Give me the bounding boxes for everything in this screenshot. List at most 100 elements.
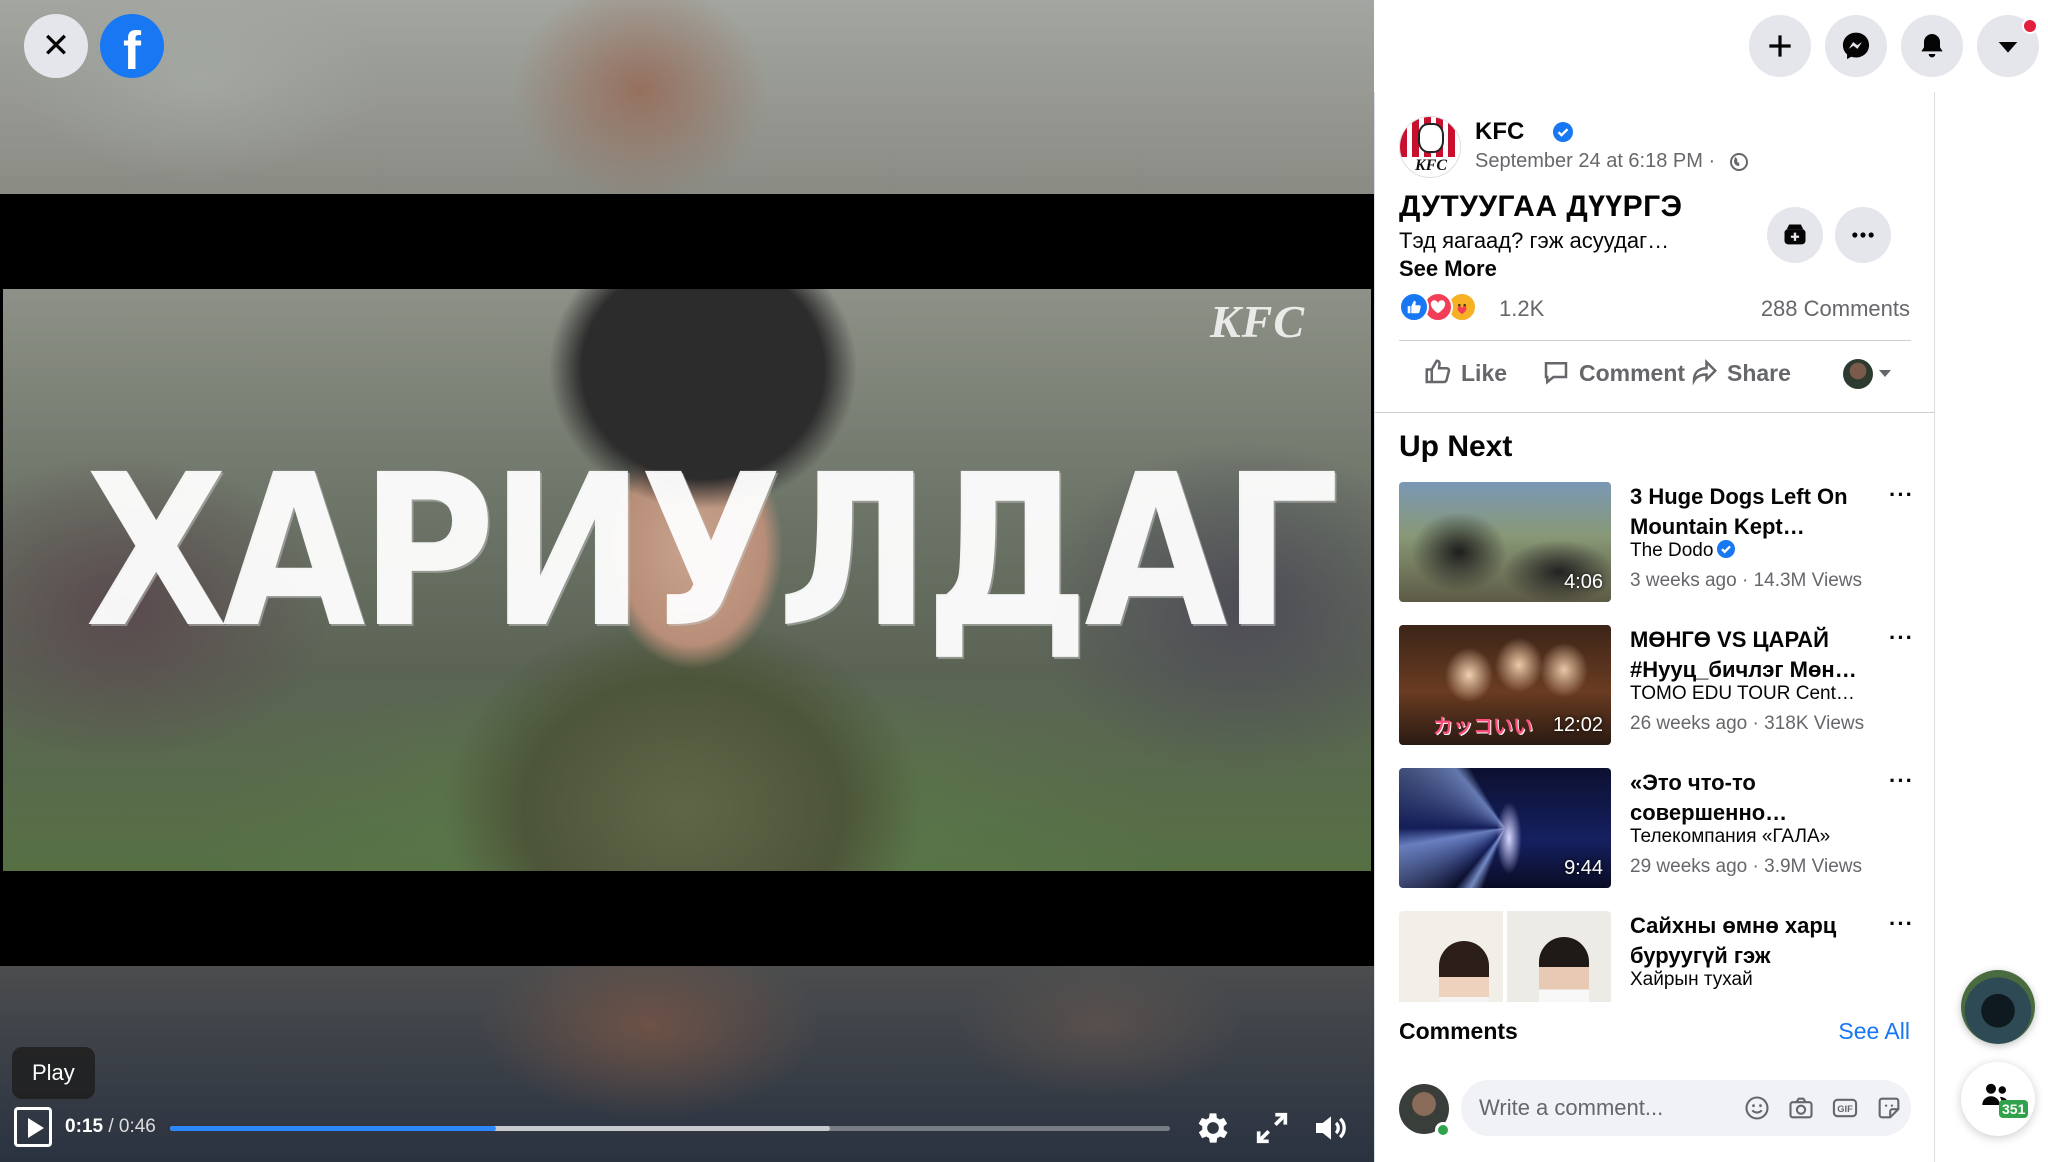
play-icon: [28, 1118, 44, 1138]
see-more-link[interactable]: See More: [1399, 256, 1497, 282]
share-arrow-icon: [1692, 358, 1718, 386]
up-next-heading: Up Next: [1399, 430, 1513, 463]
video-title[interactable]: Сайхны өмнө харц буруугүй гэж: [1630, 911, 1880, 971]
progress-played: [170, 1126, 496, 1131]
caret-down-icon: [1998, 42, 2018, 53]
react-as-selector[interactable]: [1843, 359, 1897, 391]
verified-icon: [1553, 122, 1573, 142]
kfc-page-avatar[interactable]: KFC: [1399, 116, 1461, 178]
sticker-icon[interactable]: [1875, 1094, 1903, 1122]
post-side-panel: KFC KFC September 24 at 6:18 PM · ДУТУУГ…: [1374, 92, 1935, 1162]
avatar: [1843, 359, 1873, 389]
messenger-icon: [1842, 32, 1870, 60]
video-controls: 0:15 / 0:46: [0, 1100, 1374, 1160]
post-timestamp[interactable]: September 24 at 6:18 PM ·: [1475, 150, 1715, 173]
video-thumbnail[interactable]: 4:06: [1399, 482, 1611, 602]
more-icon[interactable]: ···: [1889, 768, 1917, 793]
share-button[interactable]: Share: [1689, 355, 1809, 391]
video-thumbnail[interactable]: 9:44: [1399, 768, 1611, 888]
messenger-button[interactable]: [1825, 15, 1887, 77]
more-icon[interactable]: ···: [1889, 482, 1917, 507]
video-channel[interactable]: TOMO EDU TOUR Cent…: [1630, 683, 1855, 705]
comment-count-link[interactable]: 288 Comments: [1761, 296, 1910, 322]
section-divider: [1375, 412, 1934, 413]
svg-text:GIF: GIF: [1837, 1104, 1853, 1114]
video-viewer[interactable]: KFC ХАРИУЛДАГ ✕ f Play 0:15 / 0:46: [0, 0, 1374, 1162]
like-button[interactable]: Like: [1423, 355, 1523, 391]
notification-dot: [2022, 18, 2038, 34]
online-status-dot: [1435, 1122, 1451, 1138]
video-title[interactable]: «Это что-то совершенно…: [1630, 768, 1880, 828]
video-meta: 26 weeks ago · 318K Views: [1630, 713, 1865, 734]
list-item[interactable]: Сайхны өмнө харц буруугүй гэж Хайрын тух…: [1399, 911, 1919, 1002]
thumbs-up-icon: [1425, 359, 1451, 384]
video-channel[interactable]: The Dodo: [1630, 540, 1736, 562]
play-tooltip: Play: [12, 1047, 95, 1099]
top-bar: [1374, 0, 2048, 92]
post-action-bar: Like Comment Share: [1399, 340, 1911, 404]
notifications-button[interactable]: [1901, 15, 1963, 77]
save-post-button[interactable]: [1767, 207, 1823, 263]
kfc-logo-text: KFC: [1414, 157, 1447, 174]
comment-box[interactable]: GIF: [1461, 1080, 1911, 1136]
list-item[interactable]: カッコいい 12:02 МӨНГӨ VS ЦАРАЙ #Нууц_бичлэг …: [1399, 625, 1919, 745]
emoji-icon[interactable]: [1743, 1094, 1771, 1122]
create-button[interactable]: [1749, 15, 1811, 77]
post-body: Тэд яагаад? гэж асуудаг…: [1399, 228, 1670, 253]
share-label: Share: [1727, 360, 1791, 386]
contacts-button[interactable]: 351: [1961, 1062, 2035, 1136]
up-next-list[interactable]: 4:06 3 Huge Dogs Left On Mountain Kept… …: [1399, 482, 1919, 1002]
more-icon[interactable]: ···: [1889, 625, 1917, 650]
plus-icon: [1769, 35, 1791, 57]
close-button[interactable]: ✕: [24, 14, 88, 78]
comments-heading: Comments: [1399, 1018, 1518, 1044]
list-item[interactable]: 4:06 3 Huge Dogs Left On Mountain Kept… …: [1399, 482, 1919, 602]
post-options-button[interactable]: [1835, 207, 1891, 263]
play-button[interactable]: [14, 1107, 52, 1147]
video-meta: 3 weeks ago · 14.3M Views: [1630, 570, 1862, 591]
video-title[interactable]: 3 Huge Dogs Left On Mountain Kept…: [1630, 482, 1880, 542]
blurred-backdrop-top: [0, 0, 1374, 194]
current-time: 0:15: [65, 1116, 104, 1137]
video-duration-badge: 9:44: [1564, 857, 1603, 879]
kfc-watermark: KFC: [1209, 296, 1305, 347]
video-channel[interactable]: Телекомпания «ГАЛА»: [1630, 826, 1830, 848]
video-title[interactable]: МӨНГӨ VS ЦАРАЙ #Нууц_бичлэг Мөн…: [1630, 625, 1880, 685]
verified-icon: [1717, 540, 1736, 558]
post-header: KFC KFC September 24 at 6:18 PM ·: [1399, 116, 1919, 186]
volume-icon[interactable]: [1311, 1108, 1351, 1148]
video-thumbnail[interactable]: [1399, 911, 1611, 1002]
contacts-count-badge: 351: [1999, 1100, 2029, 1118]
video-duration: 0:46: [118, 1116, 156, 1137]
bell-icon: [1921, 34, 1943, 58]
video-thumbnail[interactable]: カッコいい 12:02: [1399, 625, 1611, 745]
page-name-link[interactable]: KFC: [1475, 118, 1524, 146]
video-meta: 29 weeks ago · 3.9M Views: [1630, 856, 1862, 877]
gif-icon[interactable]: GIF: [1831, 1094, 1859, 1122]
fullscreen-icon[interactable]: [1252, 1108, 1292, 1148]
camera-icon[interactable]: [1787, 1094, 1815, 1122]
video-channel[interactable]: Хайрын тухай: [1630, 969, 1753, 991]
like-label: Like: [1461, 360, 1508, 386]
video-overlay-text: ХАРИУЛДАГ: [85, 429, 1340, 674]
list-item[interactable]: 9:44 «Это что-то совершенно… Телекомпани…: [1399, 768, 1919, 888]
thumbnail-caption: カッコいい: [1433, 714, 1533, 738]
time-display: 0:15 / 0:46: [65, 1116, 156, 1137]
more-icon: [1852, 232, 1874, 238]
globe-icon: [1730, 153, 1748, 171]
facebook-logo-icon[interactable]: f: [100, 14, 164, 78]
video-duration-badge: 12:02: [1552, 714, 1603, 736]
comment-composer: GIF: [1399, 1080, 1919, 1140]
more-icon[interactable]: ···: [1889, 911, 1917, 936]
gear-icon[interactable]: [1193, 1108, 1233, 1148]
caret-down-icon: [1879, 370, 1891, 377]
video-frame[interactable]: KFC ХАРИУЛДАГ: [3, 289, 1371, 871]
comment-button[interactable]: Comment: [1541, 355, 1701, 391]
see-all-comments-link[interactable]: See All: [1838, 1018, 1910, 1045]
progress-bar[interactable]: [170, 1126, 1170, 1131]
post-title: ДУТУУГАА ДҮҮРГЭ: [1399, 190, 1683, 223]
chat-head-avatar[interactable]: [1961, 970, 2035, 1044]
save-icon: [1784, 224, 1806, 245]
comment-bubble-icon: [1544, 362, 1568, 385]
comment-input[interactable]: [1479, 1080, 1719, 1136]
